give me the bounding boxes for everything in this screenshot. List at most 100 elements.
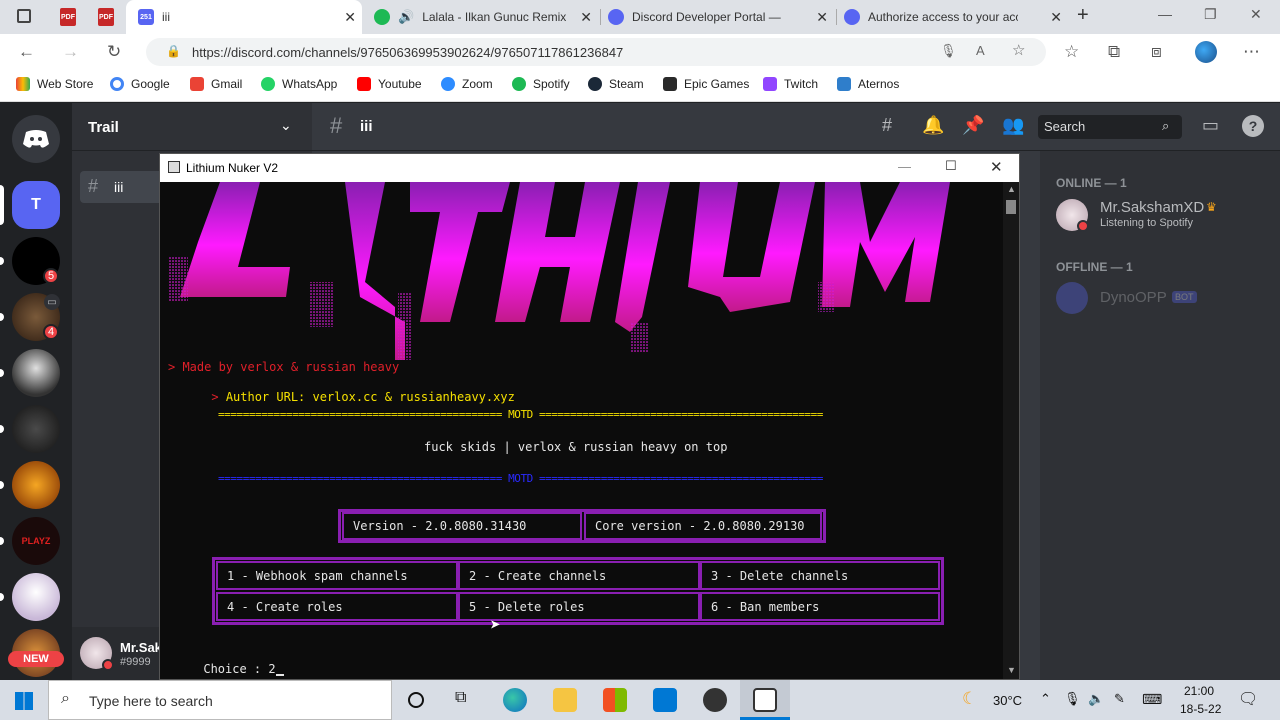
weather-icon[interactable]: ☾ (962, 689, 977, 709)
clock-time[interactable]: 21:00 (1184, 684, 1214, 698)
server-icon-playz[interactable]: PLAYZ (12, 517, 60, 565)
maximize-icon[interactable]: ❐ (1204, 6, 1217, 23)
microphone-icon[interactable]: 🎙 (1064, 691, 1081, 707)
gmail-icon (190, 77, 204, 91)
add-favorite-icon[interactable]: ☆ (1012, 41, 1025, 59)
discord-tab-icon: 251 (138, 9, 154, 25)
console-titlebar[interactable]: Lithium Nuker V2 — ☐ ✕ (160, 154, 1019, 182)
back-icon[interactable]: ← (18, 42, 35, 62)
windows-start-icon[interactable] (15, 692, 33, 710)
bookmark-twitch[interactable]: Twitch (763, 77, 818, 91)
bookmark-spotify[interactable]: Spotify (512, 77, 570, 91)
console-scrollbar[interactable]: ▲ ▼ (1003, 182, 1019, 679)
scroll-thumb[interactable] (1006, 200, 1016, 214)
pdf-tab[interactable]: PDF (60, 8, 76, 26)
tab-dev-portal[interactable]: Discord Developer Portal — My ✕ (600, 0, 834, 34)
taskbar-search-input[interactable]: ⌕ Type here to search (48, 680, 392, 720)
keyboard-icon[interactable]: ⌨ (1142, 691, 1162, 708)
menu-option-1[interactable]: 1 - Webhook spam channels (216, 561, 458, 590)
cortana-icon[interactable] (408, 692, 424, 708)
bookmark-aternos[interactable]: Aternos (837, 77, 899, 91)
lock-icon[interactable]: 🔒 (166, 44, 181, 58)
bookmark-whatsapp[interactable]: WhatsApp (261, 77, 337, 91)
server-icon-trail[interactable]: T (12, 181, 60, 229)
address-bar-row: ← → ↻ 🔒 https://discord.com/channels/976… (0, 34, 1280, 70)
microphone-icon[interactable]: 🎙 (940, 43, 957, 59)
member-list-icon[interactable]: 👥 (1002, 115, 1024, 136)
url-field[interactable]: 🔒 https://discord.com/channels/976506369… (146, 38, 1046, 66)
voice-icon: ▭ (44, 294, 60, 310)
chevron-down-icon[interactable]: ⌄ (280, 117, 292, 134)
volume-icon[interactable]: 🔈 (1088, 691, 1104, 707)
chevron-up-icon[interactable]: ⌃ (1040, 691, 1051, 707)
twitch-icon (763, 77, 777, 91)
clock-date[interactable]: 18-5-22 (1180, 702, 1221, 716)
mail-icon[interactable] (653, 688, 677, 712)
new-tab-icon[interactable]: + (1077, 4, 1089, 27)
profile-avatar[interactable] (1195, 41, 1217, 63)
browser-tab-strip: PDF PDF 251 iii ✕ 🔊 Lalala - Ilkan Gunuc… (0, 0, 1280, 34)
bell-icon[interactable]: 🔔 (922, 115, 944, 136)
menu-option-6[interactable]: 6 - Ban members (700, 592, 940, 621)
console-app-icon[interactable] (753, 688, 777, 712)
more-menu-icon[interactable]: ⋯ (1243, 42, 1260, 62)
tab-actions-icon[interactable] (17, 9, 31, 23)
close-window-icon[interactable]: ✕ (1250, 6, 1262, 23)
obs-icon[interactable] (703, 688, 727, 712)
read-aloud-icon[interactable]: A (976, 43, 985, 58)
microsoft-store-icon[interactable] (603, 688, 627, 712)
offline-header: OFFLINE — 1 (1056, 260, 1133, 274)
tab-spotify[interactable]: 🔊 Lalala - Ilkan Gunuc Remix ✕ (366, 0, 598, 34)
threads-icon[interactable]: # (882, 115, 892, 136)
bookmark-gmail[interactable]: Gmail (190, 77, 242, 91)
bookmark-epic-games[interactable]: Epic Games (663, 77, 749, 91)
server-list: T 5 ▭ 4 PLAYZ NEW (0, 103, 72, 680)
bookmark-zoom[interactable]: Zoom (441, 77, 493, 91)
favorites-icon[interactable]: ☆ (1064, 42, 1079, 62)
edge-icon[interactable] (503, 688, 527, 712)
choice-prompt[interactable]: Choice : 2 (160, 648, 284, 679)
file-explorer-icon[interactable] (553, 688, 577, 712)
minimize-icon[interactable]: — (898, 159, 911, 174)
close-tab-icon[interactable]: ✕ (344, 9, 356, 26)
scroll-up-icon[interactable]: ▲ (1007, 184, 1016, 194)
server-icon-anime-girl[interactable] (12, 573, 60, 621)
maximize-icon[interactable]: ☐ (945, 158, 957, 174)
server-header[interactable]: Trail ⌄ (72, 103, 312, 151)
server-icon-anime[interactable] (12, 349, 60, 397)
server-icon-cat[interactable] (12, 405, 60, 453)
bookmark-steam[interactable]: Steam (588, 77, 644, 91)
close-tab-icon[interactable]: ✕ (816, 9, 828, 26)
tab-discord-channel[interactable]: 251 iii ✕ (126, 0, 362, 34)
pdf-tab[interactable]: PDF (98, 8, 114, 26)
close-tab-icon[interactable]: ✕ (580, 9, 592, 26)
extensions-icon[interactable]: ⧈ (1151, 42, 1162, 62)
inbox-icon[interactable]: ▭ (1202, 115, 1219, 136)
menu-option-4[interactable]: 4 - Create roles (216, 592, 458, 621)
scroll-down-icon[interactable]: ▼ (1007, 665, 1016, 675)
refresh-icon[interactable]: ↻ (107, 42, 121, 62)
speaker-icon[interactable]: 🔊 (398, 9, 414, 25)
member-online[interactable]: Mr.SakshamXD ♛ Listening to Spotify (1048, 195, 1272, 237)
member-offline[interactable]: DynoOPP BOT (1048, 279, 1272, 321)
task-view-icon[interactable]: ⧉ (455, 689, 466, 707)
collections-icon[interactable]: ⧉ (1108, 42, 1120, 62)
minimize-icon[interactable]: — (1158, 6, 1172, 22)
tab-authorize[interactable]: Authorize access to your accou ✕ (836, 0, 1068, 34)
discord-home-icon[interactable] (12, 115, 60, 163)
help-icon[interactable]: ? (1242, 115, 1264, 137)
console-body[interactable]: > Made by verlox & russian heavy > Autho… (160, 182, 1003, 679)
close-tab-icon[interactable]: ✕ (1050, 9, 1062, 26)
server-icon-bridge[interactable] (12, 461, 60, 509)
bookmark-google[interactable]: Google (110, 77, 170, 91)
menu-option-2[interactable]: 2 - Create channels (458, 561, 700, 590)
forward-icon[interactable]: → (62, 42, 79, 62)
menu-option-3[interactable]: 3 - Delete channels (700, 561, 940, 590)
bookmark-youtube[interactable]: Youtube (357, 77, 422, 91)
bookmark-web-store[interactable]: Web Store (16, 77, 93, 91)
close-icon[interactable]: ✕ (990, 158, 1003, 176)
pin-icon[interactable]: 📌 (962, 115, 984, 136)
search-input[interactable]: Search ⌕ (1038, 115, 1182, 139)
pen-icon[interactable]: ✎ (1114, 691, 1125, 707)
notifications-icon[interactable]: 🗨 (1238, 689, 1258, 709)
